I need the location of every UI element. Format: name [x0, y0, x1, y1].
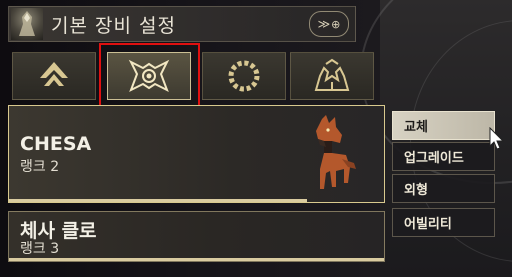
- item-name: CHESA: [20, 133, 92, 155]
- mod-ring-icon: [228, 60, 260, 92]
- rank-progress-bar: [9, 258, 384, 261]
- companion-emblem-icon: [128, 59, 170, 93]
- menu-label: 업그레이드: [404, 151, 464, 166]
- menu-replace[interactable]: 교체: [392, 111, 495, 140]
- kubrow-companion-image: [316, 115, 356, 189]
- menu-abilities[interactable]: 어빌리티: [392, 208, 495, 237]
- tab-gear[interactable]: [290, 52, 374, 100]
- item-card-chesa-kubrow-claws[interactable]: 체사 클로 랭크 3: [8, 211, 385, 262]
- item-rank: 랭크 2: [20, 159, 60, 175]
- menu-appearance[interactable]: 외형: [392, 174, 495, 203]
- warframe-avatar-icon: [11, 8, 43, 40]
- tab-mods[interactable]: [202, 52, 286, 100]
- symbol-button[interactable]: ≫ ⊕: [309, 11, 349, 37]
- mouse-cursor-icon: [489, 127, 505, 150]
- page-title: 기본 장비 설정: [51, 15, 176, 37]
- menu-label: 외형: [404, 183, 428, 198]
- rank-progress-bar: [9, 199, 307, 202]
- menu-label: 어빌리티: [404, 217, 452, 232]
- menu-upgrade[interactable]: 업그레이드: [392, 142, 495, 171]
- header-bar: 기본 장비 설정 ≫ ⊕: [8, 6, 356, 42]
- hands-gear-icon: [314, 58, 350, 91]
- menu-label: 교체: [404, 120, 428, 135]
- arrow-symbol-icon: ≫: [317, 17, 331, 31]
- item-rank: 랭크 3: [20, 241, 60, 257]
- tab-warframe[interactable]: [12, 52, 96, 100]
- tab-companion[interactable]: [107, 52, 191, 100]
- warframe-emblem-icon: [40, 62, 68, 86]
- symbol-button-label: ⊕: [331, 17, 341, 31]
